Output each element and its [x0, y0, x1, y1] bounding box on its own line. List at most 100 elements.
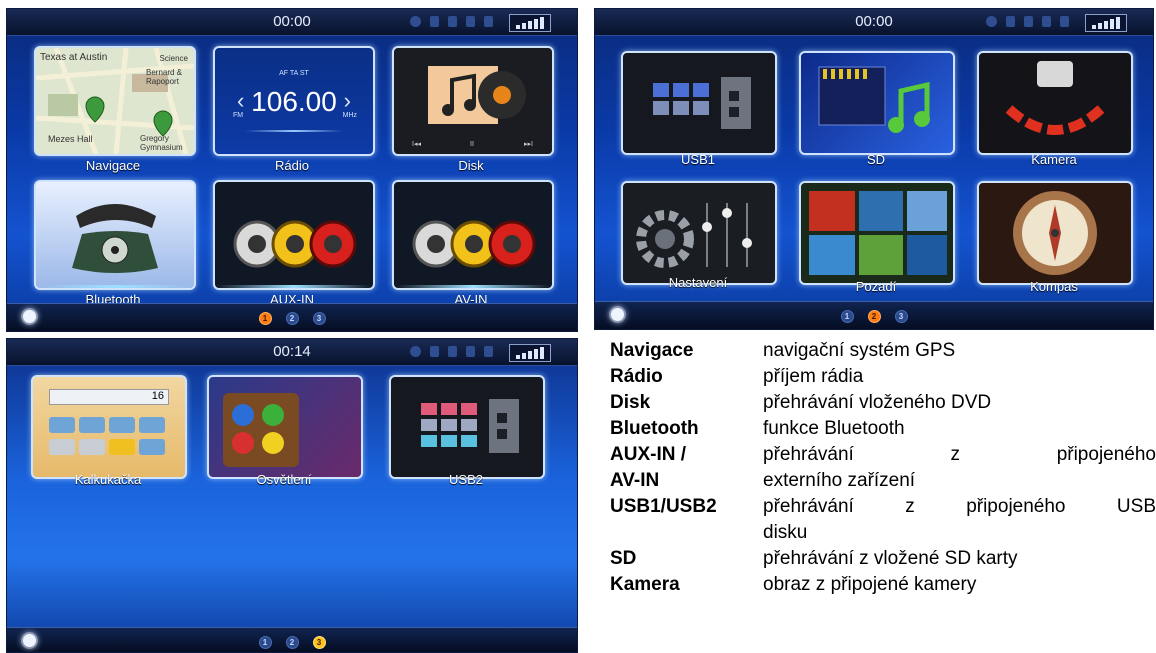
legend-desc: funkce Bluetooth: [763, 418, 905, 439]
legend-desc: externího zařízení: [763, 470, 916, 491]
music-disc-icon: I◂◂ II ▸▸I: [412, 66, 533, 148]
svg-text:▸▸I: ▸▸I: [524, 141, 533, 148]
tile-label: Navigace: [85, 158, 141, 173]
status-icons: [410, 16, 493, 27]
wallpaper-icon: [809, 191, 947, 275]
page-dot[interactable]: 1: [840, 310, 854, 323]
usb-drive-icon: [421, 399, 519, 453]
legend-desc: obraz z připojené kamery: [763, 574, 977, 595]
page-indicator: 1 2 3: [7, 636, 577, 649]
tile-label: Kamera: [1031, 152, 1077, 167]
tile-label: Kalkukačka: [74, 472, 142, 487]
menu-screen-page-3: 00:14 16 Kalkukačka Osvětlení USB2 1 2 3: [6, 338, 578, 653]
tile-radio[interactable]: AF TA ST ‹ 106.00 › FM MHz: [213, 46, 375, 156]
page-dot[interactable]: 1: [258, 636, 272, 649]
legend-row: AUX-IN / přehrávání z připojeného: [610, 442, 1156, 468]
page-dot[interactable]: 3: [312, 636, 326, 649]
tile-aux-in[interactable]: [213, 180, 375, 290]
tile-label: Disk: [458, 158, 484, 173]
legend-desc: přehrávání z připojeného USB: [763, 496, 1156, 517]
clock: 00:00: [855, 13, 893, 30]
tile-sd[interactable]: [799, 51, 955, 155]
legend-desc: příjem rádia: [763, 366, 864, 387]
usb-drive-icon: [653, 77, 751, 129]
tile-osvetleni[interactable]: [207, 375, 363, 479]
status-bar: 00:00: [7, 9, 577, 36]
page-dot[interactable]: 2: [285, 312, 299, 325]
legend-row: USB1/USB2 přehrávání z připojeného USB: [610, 494, 1156, 520]
tile-label: USB1: [681, 152, 715, 167]
legend-term: AV-IN: [610, 470, 660, 491]
tile-usb1[interactable]: [621, 51, 777, 155]
signal-icon: [509, 14, 551, 32]
legend-term: Kamera: [610, 574, 680, 595]
tile-navigace[interactable]: Texas at Austin Science Bernard & Rapopo…: [34, 46, 196, 156]
lighting-icon: [223, 393, 299, 467]
legend-term: Disk: [610, 392, 651, 413]
legend-row: Kamera obraz z připojené kamery: [610, 572, 1156, 598]
legend-term: SD: [610, 548, 637, 569]
radio-flags: AF TA ST: [279, 70, 309, 77]
tile-bluetooth[interactable]: [34, 180, 196, 290]
status-icons: [986, 16, 1069, 27]
legend-term: USB1/USB2: [610, 496, 717, 517]
radio-band: FM: [233, 112, 244, 119]
map-label: Gregory Gymnasium: [140, 134, 183, 152]
map-label: Mezes Hall: [48, 134, 93, 144]
tile-label: Pozadí: [855, 279, 897, 294]
legend-desc: přehrávání vloženého DVD: [763, 392, 992, 413]
svg-text:II: II: [470, 141, 474, 148]
telephone-icon: [72, 204, 158, 273]
bottom-bar: 1 2 3: [595, 301, 1153, 329]
legend-term: Navigace: [610, 340, 694, 361]
tile-label: Osvětlení: [256, 472, 312, 487]
status-bar: 00:14: [7, 339, 577, 366]
tile-kamera[interactable]: [977, 51, 1133, 155]
legend-row: Disk přehrávání vloženého DVD: [610, 390, 1156, 416]
page-dot[interactable]: 1: [258, 312, 272, 325]
legend-term: Rádio: [610, 366, 663, 387]
legend-desc: přehrávání z vložené SD karty: [763, 548, 1018, 569]
page-indicator: 1 2 3: [595, 310, 1153, 323]
bottom-bar: 1 2 3: [7, 303, 577, 331]
legend-desc: navigační systém GPS: [763, 340, 956, 361]
camera-icon: [1005, 61, 1105, 135]
legend-row: SD přehrávání z vložené SD karty: [610, 546, 1156, 572]
settings-gear-icon: [636, 203, 752, 268]
legend-row: Navigace navigační systém GPS: [610, 338, 1156, 364]
chevron-right-icon: ›: [343, 88, 351, 113]
tile-kalkulacka[interactable]: 16: [31, 375, 187, 479]
page-dot[interactable]: 3: [312, 312, 326, 325]
legend-row: Rádio příjem rádia: [610, 364, 1156, 390]
tile-disk[interactable]: I◂◂ II ▸▸I: [392, 46, 554, 156]
rca-connector-icon: [233, 220, 357, 268]
tile-label: USB2: [449, 472, 483, 487]
legend-term: AUX-IN /: [610, 444, 686, 465]
tile-pozadi[interactable]: [799, 181, 955, 285]
status-bar: 00:00: [595, 9, 1153, 36]
menu-screen-page-1: 00:00 Texas at Austin Science Bernard & …: [6, 8, 578, 332]
legend-desc: přehrávání z připojeného: [763, 444, 1156, 465]
page-dot[interactable]: 3: [894, 310, 908, 323]
tile-label: Nastavení: [668, 275, 728, 290]
map-label: Science: [159, 54, 188, 63]
tile-label: Rádio: [275, 158, 309, 173]
rca-connector-icon: [412, 220, 536, 268]
page-indicator: 1 2 3: [7, 312, 577, 325]
page-dot[interactable]: 2: [867, 310, 881, 323]
status-icons: [410, 346, 493, 357]
tile-label: Kompas: [1030, 279, 1078, 294]
legend-term: [610, 520, 763, 546]
map-label: Bernard & Rapoport: [146, 68, 183, 86]
tile-nastaveni[interactable]: [621, 181, 777, 285]
signal-icon: [1085, 14, 1127, 32]
bottom-bar: 1 2 3: [7, 627, 577, 652]
legend-row: AV-IN externího zařízení: [610, 468, 1156, 494]
tile-usb2[interactable]: [389, 375, 545, 479]
page-dot[interactable]: 2: [285, 636, 299, 649]
tile-av-in[interactable]: [392, 180, 554, 290]
tile-kompas[interactable]: [977, 181, 1133, 285]
signal-icon: [509, 344, 551, 362]
compass-icon: [1013, 191, 1097, 275]
legend-row: disku: [610, 520, 1156, 546]
